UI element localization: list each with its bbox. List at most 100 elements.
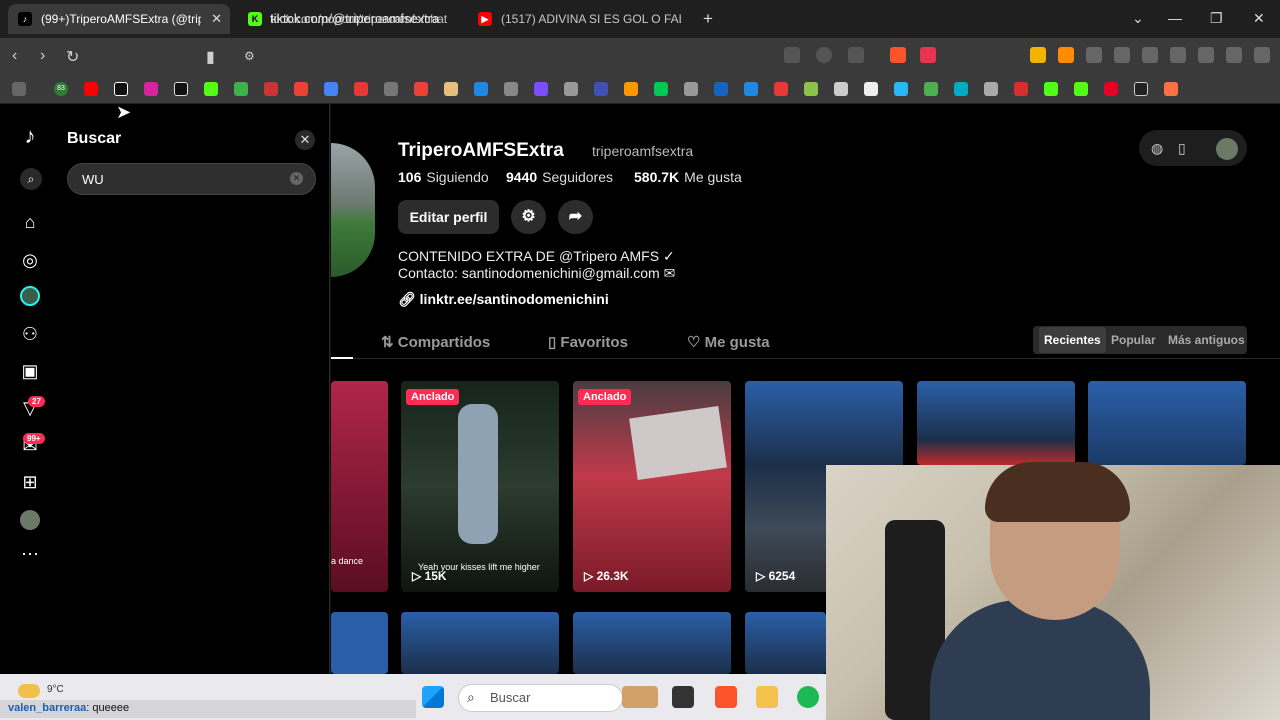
bookmark-icon[interactable] (864, 82, 878, 96)
upload-icon[interactable]: ⊞ (20, 472, 40, 492)
youtube-bookmark-icon[interactable] (84, 82, 98, 96)
url-text[interactable]: tiktok.com/@triperoamfsextra (270, 11, 439, 26)
profile-link[interactable]: 🔗︎ linktr.ee/santinodomenichini (398, 291, 609, 308)
gmail-bookmark-icon[interactable] (294, 82, 308, 96)
bookmark-icon[interactable] (624, 82, 638, 96)
wallet-icon[interactable] (1170, 47, 1186, 63)
video-thumbnail[interactable] (401, 612, 559, 674)
taskbar-search[interactable] (458, 684, 623, 712)
tab-me-gusta[interactable]: ♡ Me gusta (687, 333, 770, 351)
gmail-bookmark-icon[interactable] (414, 82, 428, 96)
pinterest-bookmark-icon[interactable] (1104, 82, 1118, 96)
reload-icon[interactable]: ↻ (66, 47, 79, 67)
bookmark-icon[interactable] (804, 82, 818, 96)
coin-icon[interactable]: ◍ (1151, 140, 1163, 157)
cast-icon[interactable] (848, 47, 864, 63)
brave-icon[interactable] (715, 686, 737, 708)
clear-search-icon[interactable]: ✕ (290, 172, 303, 185)
tab-youtube[interactable]: ▶ (1517) ADIVINA SI ES GOL O FALLO / (468, 4, 693, 34)
bookmark-icon[interactable]: ▮ (206, 47, 215, 67)
bookmark-icon[interactable] (1134, 82, 1148, 96)
bookmark-icon[interactable] (324, 82, 338, 96)
tiktok-logo-icon[interactable]: ♪ (20, 125, 40, 147)
user-avatar-icon[interactable] (1216, 138, 1238, 160)
kick-bookmark-icon[interactable] (204, 82, 218, 96)
profile-avatar-icon[interactable] (20, 510, 40, 530)
apps-icon[interactable] (12, 82, 26, 96)
tab-tiktok[interactable]: ♪ (99+)TriperoAMFSExtra (@triper ✕ (8, 4, 230, 34)
home-icon[interactable]: ⌂ (20, 212, 40, 232)
bookmark-icon[interactable] (564, 82, 578, 96)
x-bookmark-icon[interactable] (174, 82, 188, 96)
bookmark-icon[interactable] (984, 82, 998, 96)
live-icon[interactable]: ▣ (20, 361, 40, 381)
vpn-icon[interactable] (1226, 47, 1242, 63)
more-icon[interactable]: ⋯ (20, 544, 40, 564)
extension-icon[interactable] (1030, 47, 1046, 63)
bookmark-icon[interactable] (264, 82, 278, 96)
weather-temp[interactable]: 9°C (47, 684, 64, 695)
brave-shield-icon[interactable] (890, 47, 906, 63)
tab-compartidos[interactable]: ⇅ Compartidos (381, 333, 490, 351)
bookmark-icon[interactable] (594, 82, 608, 96)
translate-icon[interactable] (784, 47, 800, 63)
zoom-icon[interactable] (816, 47, 832, 63)
windows-start-icon[interactable] (422, 686, 444, 708)
spotify-icon[interactable] (797, 686, 819, 708)
friends-icon[interactable]: ⚇ (20, 324, 40, 344)
video-thumbnail[interactable] (1088, 381, 1246, 465)
bookmark-icon[interactable] (534, 82, 548, 96)
bookmark-icon[interactable] (954, 82, 968, 96)
bookmark-icon[interactable] (1014, 82, 1028, 96)
play-extension-icon[interactable] (1058, 47, 1074, 63)
following-stat[interactable]: 106 Siguiendo (398, 169, 489, 185)
following-avatar-icon[interactable] (20, 286, 40, 306)
bookmark-icon[interactable] (504, 82, 518, 96)
bookmark-icon[interactable] (744, 82, 758, 96)
minimize-icon[interactable]: — (1168, 10, 1182, 26)
bookmark-icon[interactable] (894, 82, 908, 96)
bookmark-icon[interactable] (714, 82, 728, 96)
leo-ai-icon[interactable] (1198, 47, 1214, 63)
music-icon[interactable] (1114, 47, 1130, 63)
video-thumbnail[interactable] (331, 612, 388, 674)
forward-icon[interactable]: › (40, 47, 45, 65)
bookmark-icon[interactable] (654, 82, 668, 96)
bookmark-icon[interactable] (1164, 82, 1178, 96)
file-explorer-icon[interactable] (756, 686, 778, 708)
weather-icon[interactable] (18, 684, 40, 698)
followers-stat[interactable]: 9440 Seguidores (506, 169, 613, 185)
explore-icon[interactable]: ◎ (20, 250, 40, 270)
search-input-value[interactable]: WU (82, 172, 104, 187)
extensions-puzzle-icon[interactable] (1086, 47, 1102, 63)
maximize-icon[interactable]: ❐ (1210, 10, 1223, 27)
tab-favoritos[interactable]: ▯ Favoritos (548, 333, 628, 351)
video-thumbnail[interactable] (573, 612, 731, 674)
rewards-icon[interactable] (920, 47, 936, 63)
sort-popular[interactable]: Popular (1111, 333, 1156, 347)
device-icon[interactable]: ▯ (1178, 140, 1186, 157)
kick-bookmark-icon[interactable] (1074, 82, 1088, 96)
video-thumbnail[interactable] (917, 381, 1075, 465)
search-icon[interactable]: ⌕ (20, 168, 42, 190)
close-window-icon[interactable]: ✕ (1253, 10, 1265, 27)
chevron-down-icon[interactable]: ⌄ (1132, 10, 1144, 27)
site-settings-icon[interactable]: ⚙ (244, 49, 255, 63)
instagram-bookmark-icon[interactable] (144, 82, 158, 96)
search-input[interactable] (67, 163, 316, 195)
kick-bookmark-icon[interactable] (1044, 82, 1058, 96)
bookmark-icon[interactable] (924, 82, 938, 96)
bookmark-icon[interactable] (774, 82, 788, 96)
bookmark-icon[interactable] (234, 82, 248, 96)
tiktok-bookmark-icon[interactable] (114, 82, 128, 96)
sort-recientes[interactable]: Recientes (1039, 327, 1106, 353)
new-tab-button[interactable]: + (703, 9, 713, 29)
share-icon[interactable]: ➦ (558, 200, 593, 234)
settings-icon[interactable]: ⚙ (511, 200, 546, 234)
task-view-icon[interactable] (672, 686, 694, 708)
back-icon[interactable]: ‹ (12, 47, 17, 65)
bookmark-icon[interactable] (474, 82, 488, 96)
video-thumbnail[interactable] (745, 612, 826, 674)
bookmark-icon[interactable] (834, 82, 848, 96)
edit-profile-button[interactable]: Editar perfil (398, 200, 499, 234)
